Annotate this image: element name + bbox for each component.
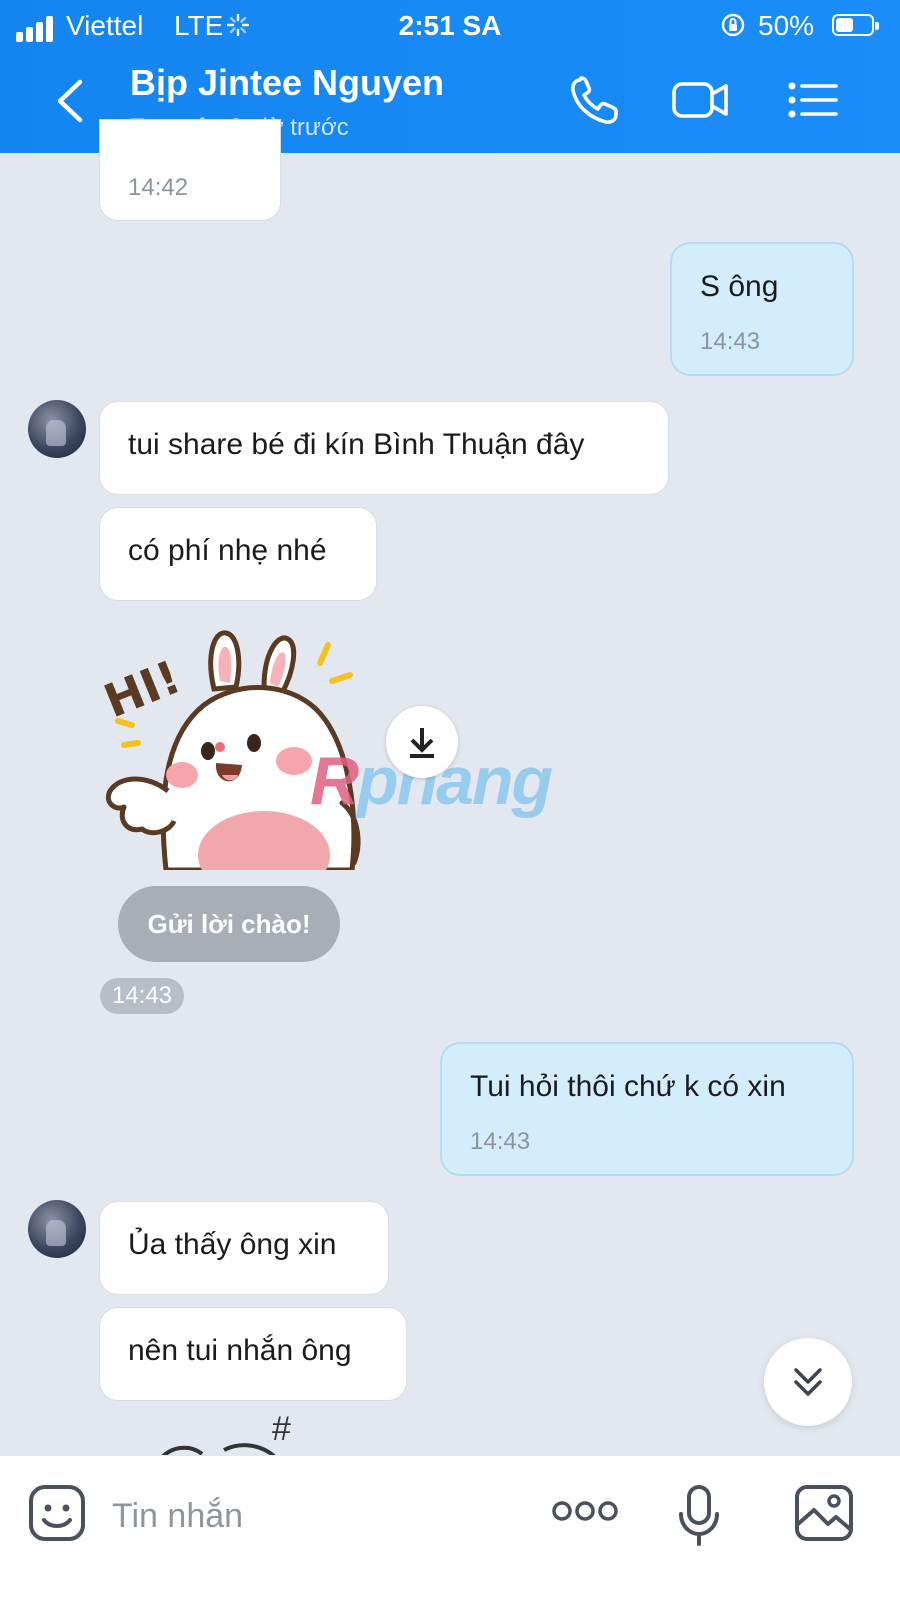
message-text: có phí nhẹ nhé (128, 534, 327, 567)
microphone-icon[interactable] (676, 1484, 722, 1546)
image-gallery-icon[interactable] (794, 1484, 854, 1542)
send-greeting-button[interactable]: Gửi lời chào! (118, 886, 340, 962)
message-time: 14:43 (700, 328, 761, 355)
svg-text:HI!: HI! (97, 650, 188, 729)
double-chevron-down-icon (794, 1368, 822, 1396)
download-button[interactable] (386, 706, 458, 778)
message-bubble-outgoing[interactable]: S ông 14:43 (672, 244, 852, 374)
message-time: 14:42 (128, 174, 189, 201)
back-icon[interactable] (52, 78, 88, 124)
message-bubble-outgoing[interactable]: Tui hỏi thôi chứ k có xin 14:43 (442, 1044, 852, 1174)
contact-name[interactable]: Bịp Jintee Nguyen (130, 62, 444, 104)
message-time: 14:43 (470, 1128, 531, 1155)
message-bubble-incoming[interactable]: tui share bé đi kín Bình Thuận đây (100, 402, 668, 494)
contact-avatar[interactable] (28, 1200, 86, 1258)
message-text: nên tui nhắn ông (128, 1334, 352, 1367)
message-input[interactable] (110, 1490, 514, 1542)
message-bubble-incoming[interactable]: 14:42 (100, 120, 280, 220)
phone-icon[interactable] (566, 72, 626, 128)
emoji-icon[interactable] (28, 1484, 86, 1542)
message-text: tui share bé đi kín Bình Thuận đây (128, 428, 585, 461)
rotation-lock-icon (721, 13, 745, 37)
contact-avatar[interactable] (28, 400, 86, 458)
sticker-time-badge: 14:43 (100, 978, 184, 1014)
battery-percent: 50% (758, 10, 815, 41)
status-bar: Viettel LTE 2:51 SA 50% (0, 8, 900, 44)
message-text: S ông (700, 270, 779, 303)
message-bubble-incoming[interactable]: có phí nhẹ nhé (100, 508, 376, 600)
video-call-icon[interactable] (670, 72, 730, 128)
message-text: Ủa thấy ông xin (128, 1228, 337, 1261)
message-bubble-incoming[interactable]: nên tui nhắn ông (100, 1308, 406, 1400)
message-input-bar (0, 1455, 900, 1601)
more-options-icon[interactable] (552, 1496, 618, 1526)
battery-icon (832, 14, 879, 36)
menu-list-icon[interactable] (784, 72, 844, 128)
sticker-hi-text: HI! (97, 650, 188, 729)
message-bubble-incoming[interactable]: Ủa thấy ông xin (100, 1202, 388, 1294)
scroll-to-bottom-button[interactable] (764, 1338, 852, 1426)
download-icon (410, 728, 434, 758)
message-text: Tui hỏi thôi chứ k có xin (470, 1070, 786, 1103)
